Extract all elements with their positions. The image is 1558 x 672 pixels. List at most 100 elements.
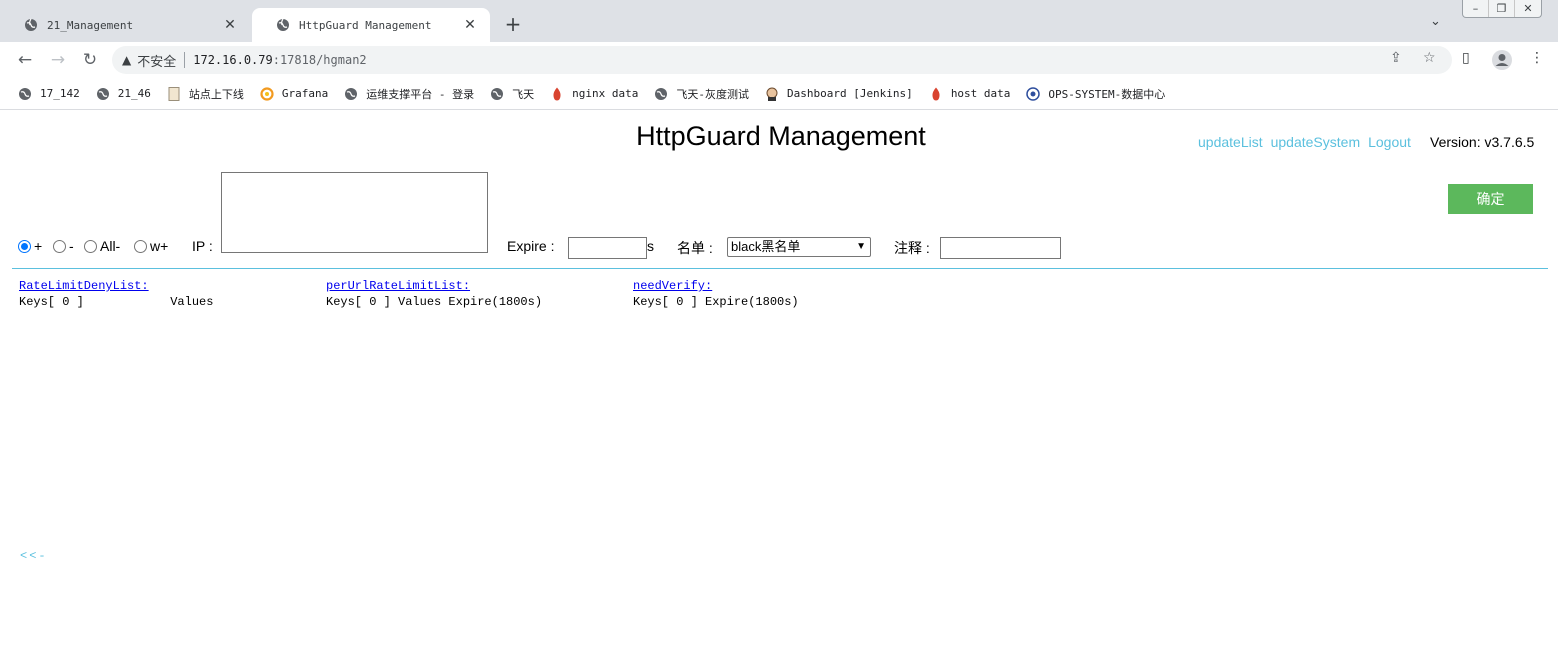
bookmark-item[interactable]: OPS-SYSTEM-数据中心 [1026,86,1165,102]
bookmark-label: 21_46 [117,87,151,100]
url-host: 172.16.0.79 [193,53,273,67]
ip-textarea[interactable] [221,172,488,253]
globe-icon [18,87,32,101]
bookmark-item[interactable]: Grafana [260,86,329,101]
bookmark-label: 飞天 [512,87,535,101]
security-label: 不安全 [137,54,177,70]
tab-21-management[interactable]: 21_Management ✕ [0,8,250,42]
version-label: Version: v3.7.6.5 [1430,134,1535,150]
globe-icon [654,87,668,101]
bookmark-item[interactable]: 17_142 [18,87,80,101]
page-icon [167,86,181,101]
close-icon[interactable]: ✕ [222,17,238,33]
radio-plus[interactable] [18,240,31,253]
list-select-value: black黑名单 [731,239,801,254]
rate-limit-deny-list-summary: Keys[ 0 ] Values [19,295,214,309]
tab-title: HttpGuard Management [299,18,432,32]
forward-arrow-icon[interactable]: → [47,49,69,71]
radio-minus[interactable] [53,240,66,253]
back-arrow-icon[interactable]: ← [14,49,36,71]
radio-minus-label: - [69,238,74,254]
globe-icon [25,18,37,31]
bookmark-label: OPS-SYSTEM-数据中心 [1048,87,1166,101]
bookmark-item[interactable]: Dashboard [Jenkins] [765,87,913,101]
rate-limit-deny-list: RateLimitDenyList: Keys[ 0 ] Values [19,279,213,309]
chevron-down-icon: ▼ [856,241,866,252]
globe-icon [96,87,110,101]
tab-httpguard-management[interactable]: HttpGuard Management ✕ [252,8,490,42]
reload-icon[interactable]: ↻ [79,49,101,71]
confirm-button[interactable]: 确定 [1448,184,1533,214]
flame-icon [550,87,564,101]
globe-icon [344,87,358,101]
address-separator [184,52,186,68]
globe-icon [490,87,504,101]
bookmark-item[interactable]: 站点上下线 [167,86,244,102]
share-icon[interactable]: ⇪ [1390,50,1402,66]
rate-limit-deny-list-link[interactable]: RateLimitDenyList: [19,279,213,293]
eye-icon [1026,86,1041,101]
note-input[interactable] [940,237,1061,259]
radio-all-minus-label: All- [100,238,121,254]
update-system-link[interactable]: updateSystem [1271,134,1361,150]
expire-input[interactable] [568,237,647,259]
bookmark-label: 运维支撑平台 - 登录 [366,87,475,101]
ip-label: IP : [192,238,213,254]
restore-icon[interactable]: ❐ [1489,0,1515,17]
bookmark-label: Grafana [281,87,329,100]
bookmark-item[interactable]: 21_46 [96,87,151,101]
top-links: updateList updateSystem Logout [1198,134,1419,150]
warning-icon: ▲ [122,53,132,67]
address-bar[interactable]: ▲ 不安全 172.16.0.79:17818/hgman2 [112,46,1452,74]
bookmarks-bar: 17_142 21_46 站点上下线 Grafana 运维支撑平台 - 登录 飞… [0,78,1558,110]
bookmark-item[interactable]: 飞天 [490,86,534,102]
bookmark-label: Dashboard [Jenkins] [786,87,913,100]
window-controls: – ❐ ✕ [1462,0,1542,18]
list-select[interactable]: black黑名单 ▼ [727,237,871,257]
bookmark-item[interactable]: 运维支撑平台 - 登录 [344,86,474,102]
bookmark-item[interactable]: 飞天-灰度测试 [654,86,749,102]
url-text: 172.16.0.79:17818/hgman2 [193,53,366,67]
globe-icon [277,18,289,31]
note-label: 注释 : [894,240,930,256]
profile-avatar-icon[interactable] [1491,49,1513,71]
divider [12,268,1548,269]
bookmark-label: 飞天-灰度测试 [676,87,749,101]
expire-unit: s [647,238,654,254]
sidepanel-icon[interactable]: ▯ [1462,50,1470,66]
page-content: HttpGuard Management updateList updateSy… [0,111,1558,672]
need-verify-link[interactable]: needVerify: [633,279,799,293]
radio-w-plus[interactable] [134,240,147,253]
tab-strip: 21_Management ✕ HttpGuard Management ✕ +… [0,0,1558,42]
bookmark-item[interactable]: nginx data [550,87,638,101]
radio-w-plus-label: w+ [150,238,169,254]
expire-label: Expire : [507,238,555,254]
bookmark-label: 站点上下线 [188,87,244,101]
back-link[interactable]: <<- [20,549,48,563]
need-verify-list: needVerify: Keys[ 0 ] Expire(1800s) [633,279,799,309]
bookmark-item[interactable]: host data [929,87,1010,101]
close-icon[interactable]: ✕ [462,17,478,33]
jenkins-icon [765,87,779,101]
list-label: 名单 : [677,240,713,256]
grafana-icon [260,86,274,101]
per-url-rate-limit-list: perUrlRateLimitList: Keys[ 0 ] Values Ex… [326,279,542,309]
star-icon[interactable]: ☆ [1423,50,1436,66]
minimize-icon[interactable]: – [1463,0,1489,17]
logout-link[interactable]: Logout [1368,134,1411,150]
update-list-link[interactable]: updateList [1198,134,1263,150]
browser-toolbar: ← → ↻ ▲ 不安全 172.16.0.79:17818/hgman2 ⇪ ☆… [0,42,1558,78]
chevron-down-icon[interactable]: ⌄ [1430,14,1441,29]
per-url-rate-limit-list-summary: Keys[ 0 ] Values Expire(1800s) [326,295,543,309]
url-path: :17818/hgman2 [272,53,367,67]
menu-kebab-icon[interactable]: ⋮ [1530,50,1544,66]
per-url-rate-limit-list-link[interactable]: perUrlRateLimitList: [326,279,542,293]
bookmark-label: 17_142 [40,87,80,100]
close-window-icon[interactable]: ✕ [1515,0,1541,17]
bookmark-label: nginx data [572,87,639,100]
need-verify-summary: Keys[ 0 ] Expire(1800s) [633,295,799,309]
radio-all-minus[interactable] [84,240,97,253]
tab-title: 21_Management [47,18,134,32]
flame-icon [929,87,943,101]
new-tab-icon[interactable]: + [502,13,524,35]
